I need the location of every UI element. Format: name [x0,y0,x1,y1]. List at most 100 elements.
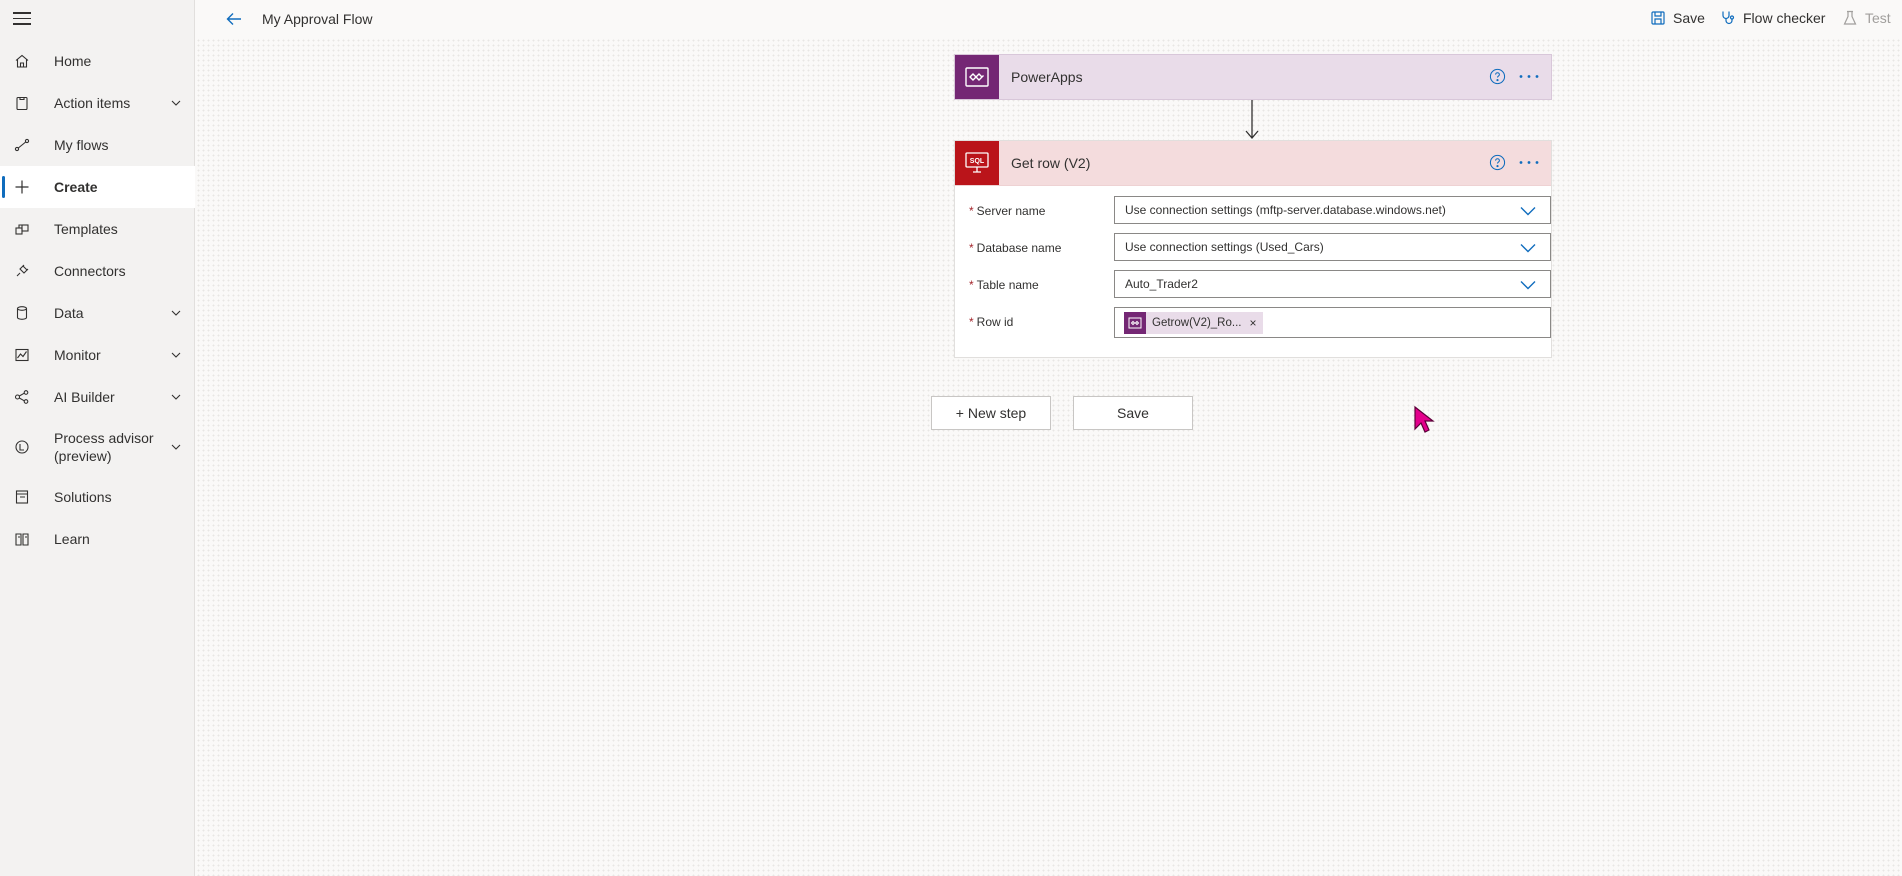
flow-designer-canvas: PowerApps SQL Get row (V2) *Server name [196,38,1902,876]
sidebar-item-label: Monitor [54,347,101,363]
database-name-dropdown[interactable]: Use connection settings (Used_Cars) [1114,233,1551,261]
help-icon[interactable] [1489,154,1506,171]
server-name-value: Use connection settings (mftp-server.dat… [1125,203,1446,217]
server-name-row: * Server name Use connection settings (mf… [969,195,1551,232]
powerapps-card-header[interactable]: PowerApps [954,54,1552,100]
sidebar-item-learn[interactable]: Learn [0,518,195,560]
table-name-label: * Table name [969,278,1039,292]
sidebar-item-label: Process advisor (preview) [54,430,154,464]
powerapps-token-icon [1124,311,1146,334]
stethoscope-icon [1722,11,1735,25]
chevron-down-icon[interactable] [170,307,182,319]
flow-checker-label: Flow checker [1743,10,1826,26]
more-options-icon[interactable] [1517,68,1541,85]
sidebar-item-templates[interactable]: Templates [0,208,195,250]
flask-icon [1843,10,1857,25]
server-name-dropdown[interactable]: Use connection settings (mftp-server.dat… [1114,196,1551,224]
sidebar-item-label: Connectors [54,263,126,279]
sidebar-item-label: AI Builder [54,389,115,405]
home-icon [13,52,31,70]
sql-icon-text: SQL [970,158,985,165]
sidebar-item-action-items[interactable]: Action items [0,82,195,124]
save-command-button[interactable]: Save [1650,10,1705,26]
back-arrow-icon[interactable] [225,10,243,28]
save-icon [1651,11,1665,25]
flow-title: My Approval Flow [262,11,373,27]
database-name-row: * Database name Use connection settings (… [969,232,1551,269]
book-icon [13,530,31,548]
powerapps-card-title: PowerApps [1011,69,1083,85]
test-label: Test [1865,10,1891,26]
row-id-label: * Row id [969,315,1014,329]
sidebar-item-label: Action items [54,95,131,111]
table-name-row: * Table name Auto_Trader2 [969,269,1551,306]
required-marker: * [969,278,974,292]
chevron-down-icon[interactable] [170,97,182,109]
save-command-label: Save [1673,10,1705,26]
dynamic-content-token[interactable]: Getrow(V2)_Ro... × [1124,311,1263,334]
save-flow-button[interactable]: Save [1073,396,1193,430]
sidebar-item-label: Data [54,305,84,321]
test-button[interactable]: Test [1842,10,1891,26]
row-id-row: * Row id Getrow(V2)_Ro... × [969,306,1551,343]
sidebar-item-label: Solutions [54,489,112,505]
table-name-value: Auto_Trader2 [1125,277,1198,291]
get-row-action-card[interactable]: SQL Get row (V2) * Server name Use connec… [954,140,1552,358]
sidebar-item-ai-builder[interactable]: AI Builder [0,376,195,418]
sidebar-item-connectors[interactable]: Connectors [0,250,195,292]
flow-checker-button[interactable]: Flow checker [1720,10,1825,26]
remove-token-icon[interactable]: × [1249,316,1256,330]
more-options-icon[interactable] [1517,154,1541,171]
sidebar-item-label: Create [54,179,98,195]
chevron-down-icon[interactable] [1520,280,1536,290]
sidebar-item-create[interactable]: Create [0,166,195,208]
process-icon [13,438,31,456]
sidebar-item-home[interactable]: Home [0,40,195,82]
required-marker: * [969,315,974,329]
plug-icon [13,262,31,280]
powerapps-icon [955,55,999,99]
mouse-cursor-icon [1414,405,1435,433]
sidebar-item-label: My flows [54,137,109,153]
hamburger-menu-icon[interactable] [13,12,31,26]
required-marker: * [969,204,974,218]
connector-arrow-icon [1245,100,1259,139]
sidebar-item-label: Templates [54,221,118,237]
ai-icon [13,388,31,406]
sidebar-item-solutions[interactable]: Solutions [0,476,195,518]
powerapps-trigger-card[interactable]: PowerApps [954,54,1552,100]
sidebar-item-data[interactable]: Data [0,292,195,334]
sidebar-item-label: Home [54,53,92,69]
sql-server-icon: SQL [955,141,999,185]
new-step-button[interactable]: + New step [931,396,1051,430]
chevron-down-icon[interactable] [170,349,182,361]
chevron-down-icon[interactable] [1520,243,1536,253]
chevron-down-icon[interactable] [1520,206,1536,216]
get-row-card-header[interactable]: SQL Get row (V2) [955,141,1551,186]
token-label: Getrow(V2)_Ro... [1152,316,1242,329]
help-icon[interactable] [1489,68,1506,85]
solutions-icon [13,488,31,506]
templates-icon [13,220,31,238]
database-name-value: Use connection settings (Used_Cars) [1125,240,1324,254]
server-name-label: * Server name [969,204,1046,218]
database-name-label: * Database name [969,241,1062,255]
table-name-dropdown[interactable]: Auto_Trader2 [1114,270,1551,298]
database-icon [13,304,31,322]
sidebar-item-my-flows[interactable]: My flows [0,124,195,166]
sidebar-item-process-advisor[interactable]: Process advisor (preview) [0,418,195,476]
chevron-down-icon[interactable] [170,391,182,403]
sidebar-item-label: Learn [54,531,90,547]
plus-icon [13,178,31,196]
left-navigation: Home Action items My flows Create Templa… [0,0,195,876]
top-command-bar: My Approval Flow Save Flow checker Test [195,0,1902,38]
get-row-card-title: Get row (V2) [1011,155,1091,171]
flow-icon [13,136,31,154]
chevron-down-icon[interactable] [170,441,182,453]
required-marker: * [969,241,974,255]
chart-icon [13,346,31,364]
row-id-input[interactable]: Getrow(V2)_Ro... × [1114,307,1551,338]
sidebar-item-monitor[interactable]: Monitor [0,334,195,376]
clipboard-icon [13,94,31,112]
get-row-card-body: * Server name Use connection settings (mf… [955,186,1551,357]
